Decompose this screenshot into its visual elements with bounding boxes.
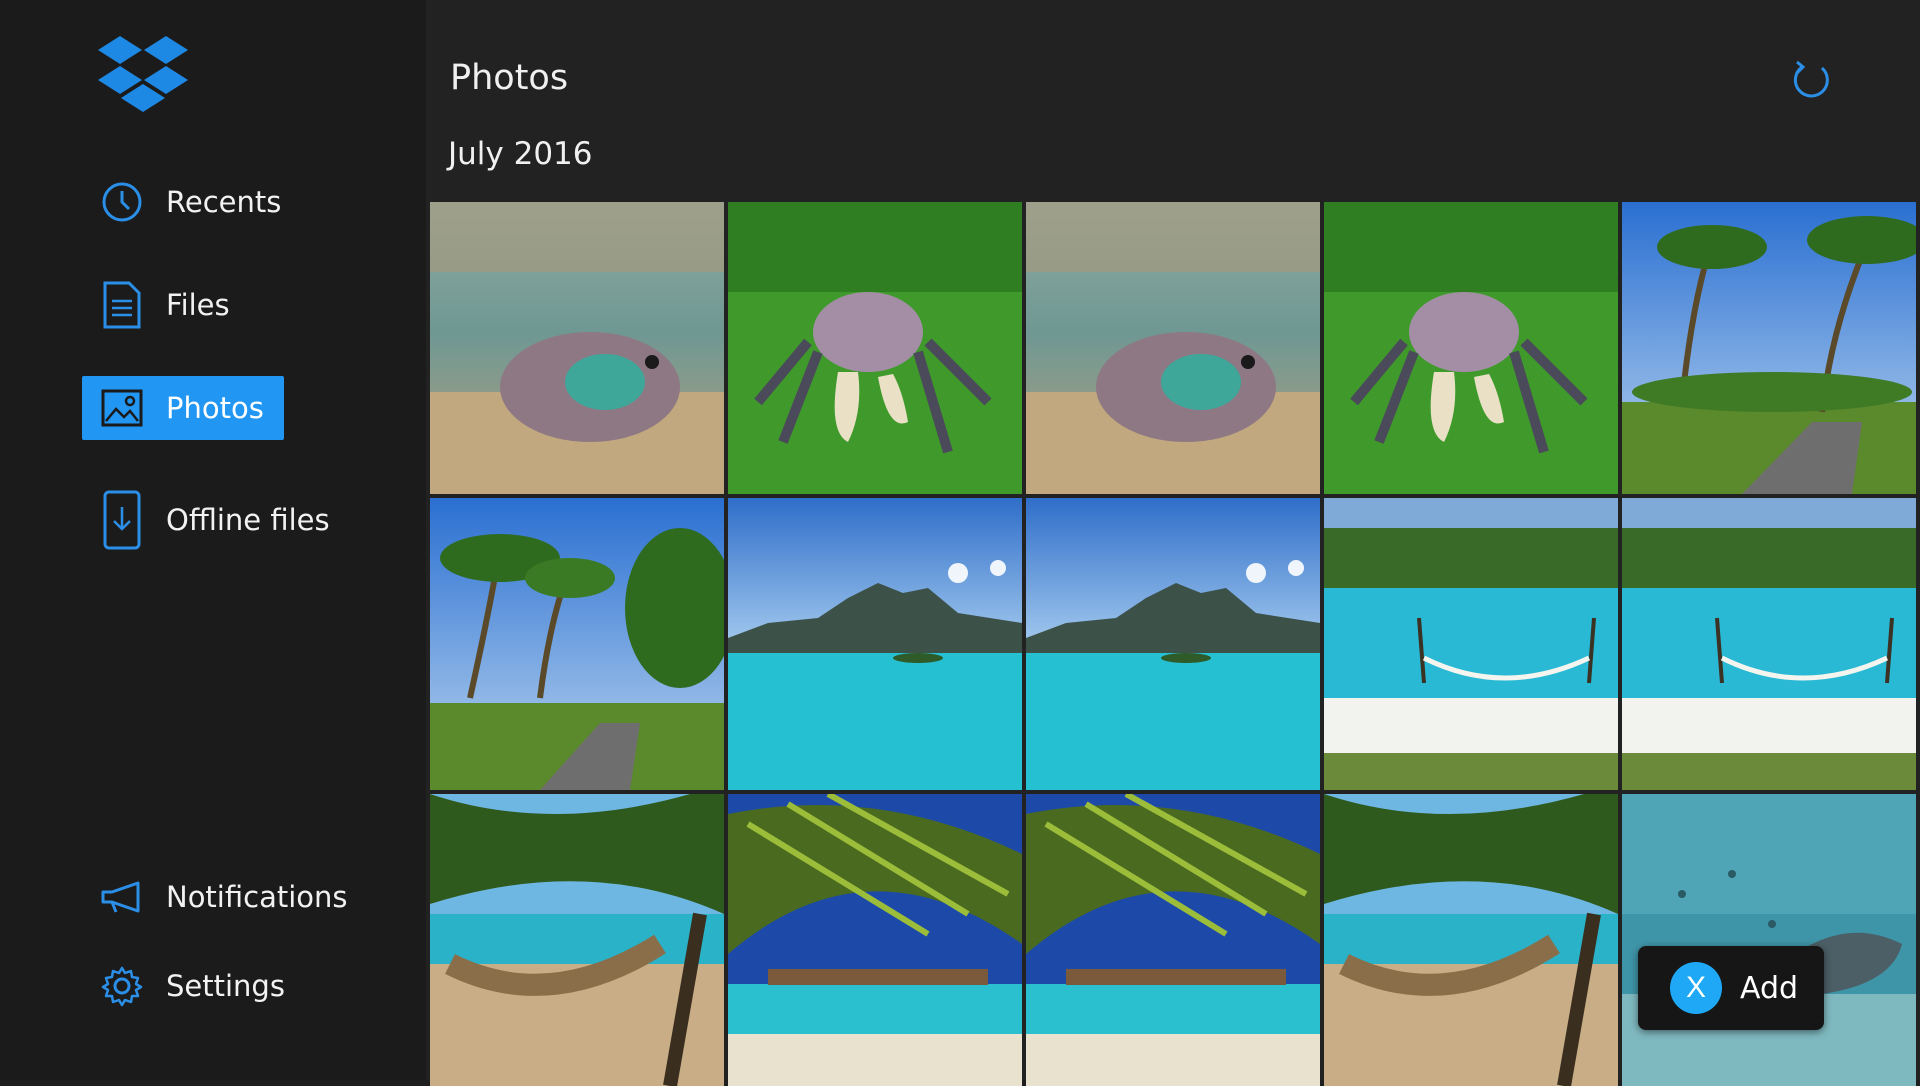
photo-icon	[100, 386, 144, 430]
photo-thumbnail[interactable]	[1026, 202, 1320, 494]
sidebar-item-settings[interactable]: Settings	[82, 954, 305, 1018]
dropbox-logo-icon	[98, 36, 188, 112]
photo-thumbnail[interactable]	[430, 498, 724, 790]
photo-thumbnail[interactable]	[1622, 202, 1916, 494]
photo-thumbnail[interactable]	[1324, 498, 1618, 790]
sidebar-item-offline-files[interactable]: Offline files	[82, 488, 350, 552]
sidebar-item-files[interactable]: Files	[82, 273, 250, 337]
photo-thumbnail[interactable]	[1026, 498, 1320, 790]
gear-icon	[100, 964, 144, 1008]
clock-icon	[100, 180, 144, 224]
photo-thumbnail[interactable]	[430, 202, 724, 494]
sidebar-item-label: Photos	[166, 391, 264, 425]
megaphone-icon	[100, 875, 144, 919]
photo-thumbnail[interactable]	[1324, 794, 1618, 1086]
photo-thumbnail[interactable]	[1622, 498, 1916, 790]
sidebar-item-label: Notifications	[166, 880, 348, 914]
page-title: Photos	[450, 58, 569, 98]
sidebar: Recents Files Photos Offline files Notif…	[0, 0, 426, 1080]
add-button-label: Add	[1740, 970, 1799, 1006]
main-content: Photos July 2016	[426, 0, 1920, 1086]
photo-thumbnail[interactable]	[728, 498, 1022, 790]
sidebar-item-photos[interactable]: Photos	[82, 376, 284, 440]
add-button[interactable]: X Add	[1638, 946, 1824, 1030]
offline-download-icon	[100, 490, 144, 550]
gamepad-x-icon: X	[1670, 962, 1722, 1014]
refresh-icon[interactable]	[1788, 58, 1834, 104]
sidebar-item-notifications[interactable]: Notifications	[82, 865, 368, 929]
document-icon	[100, 281, 144, 329]
photo-thumbnail[interactable]	[1622, 794, 1916, 1086]
sidebar-item-label: Settings	[166, 969, 285, 1003]
photo-thumbnail[interactable]	[728, 202, 1022, 494]
sidebar-item-recents[interactable]: Recents	[82, 170, 301, 234]
sidebar-item-label: Offline files	[166, 503, 330, 537]
photo-thumbnail[interactable]	[430, 794, 724, 1086]
sidebar-item-label: Files	[166, 288, 230, 322]
photo-thumbnail[interactable]	[1026, 794, 1320, 1086]
photo-thumbnail[interactable]	[728, 794, 1022, 1086]
photo-thumbnail[interactable]	[1324, 202, 1618, 494]
sidebar-item-label: Recents	[166, 185, 282, 219]
section-date-header: July 2016	[448, 136, 593, 172]
